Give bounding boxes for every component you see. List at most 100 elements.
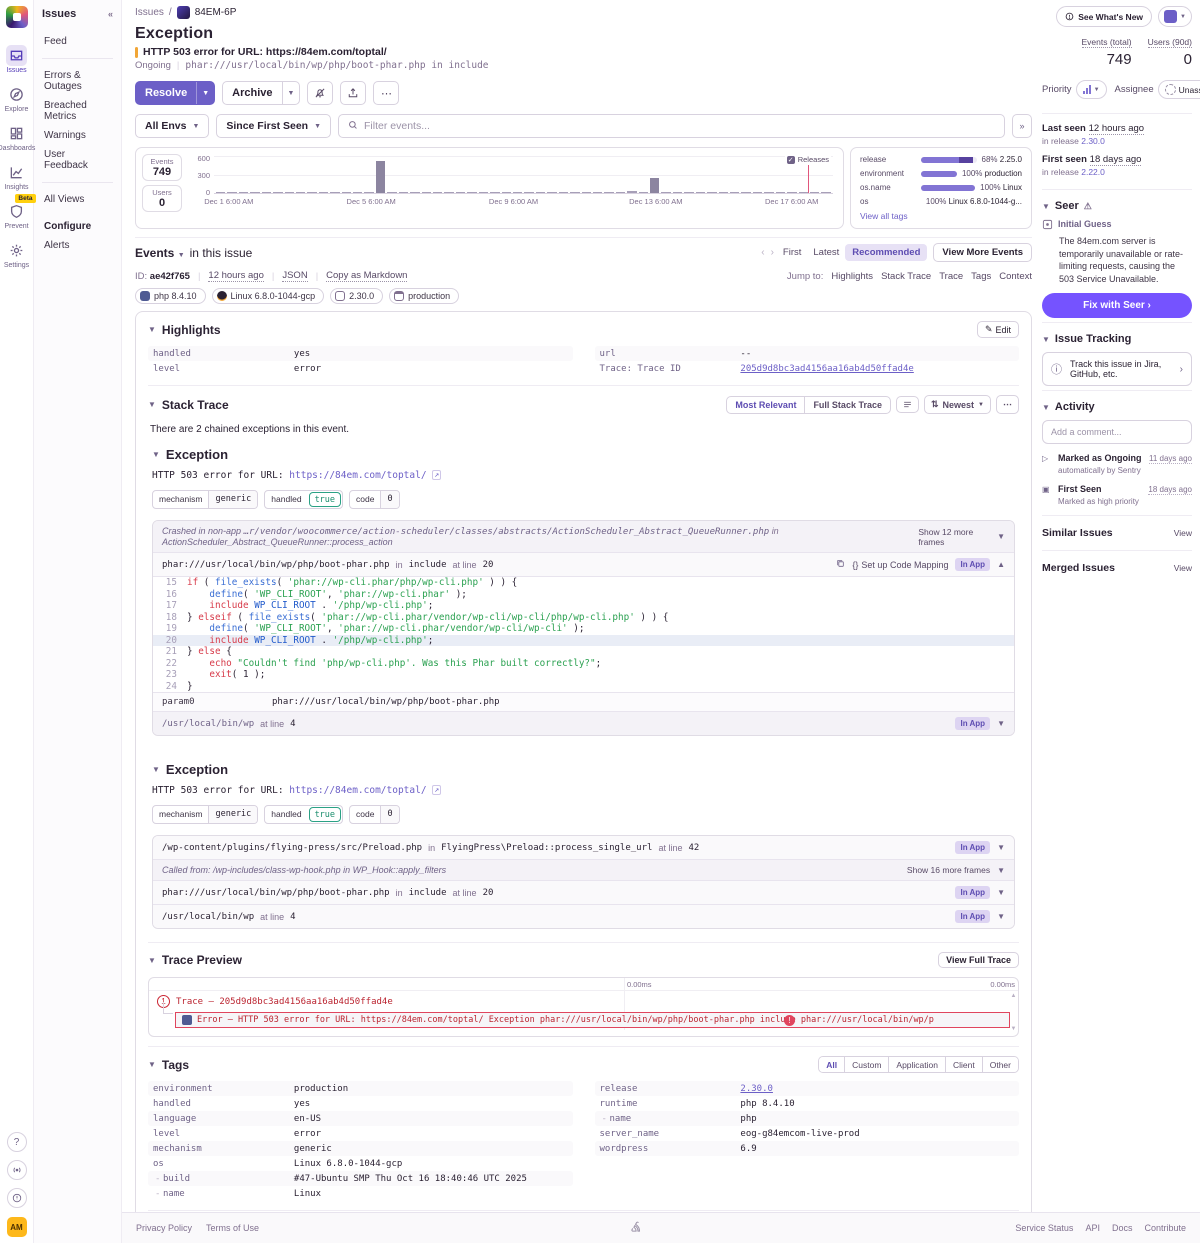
in-app-badge[interactable]: In App: [955, 886, 990, 899]
mute-button[interactable]: [307, 81, 333, 105]
environment-filter[interactable]: All Envs▼: [135, 114, 209, 138]
checkbox-checked-icon[interactable]: ✓: [787, 156, 795, 164]
collapsed-frames-row[interactable]: Called from: /wp-includes/class-wp-hook.…: [153, 859, 1014, 880]
show-more-frames-link[interactable]: Show 16 more frames: [907, 865, 990, 875]
seer-section-header[interactable]: ▼ Seer ⚠: [1042, 189, 1192, 219]
tags-filter-other[interactable]: Other: [982, 1057, 1018, 1072]
jump-highlights-link[interactable]: Highlights: [831, 271, 873, 282]
issue-tracking-header[interactable]: ▼ Issue Tracking: [1042, 322, 1192, 352]
releases-toggle[interactable]: ✓ Releases: [785, 154, 831, 165]
activity-time[interactable]: 11 days ago: [1149, 454, 1192, 464]
rail-item-insights[interactable]: Insights: [2, 159, 32, 194]
view-more-events-button[interactable]: View More Events: [933, 243, 1032, 262]
frame-row[interactable]: /usr/local/bin/wpat line4 In App▼: [153, 904, 1014, 928]
sidebar-item-warnings[interactable]: Warnings: [42, 126, 113, 145]
external-link-icon[interactable]: ↗: [432, 470, 441, 480]
collapsed-frames-row[interactable]: Crashed in non-app …r/vendor/woocommerce…: [153, 521, 1014, 552]
api-link[interactable]: API: [1085, 1223, 1100, 1233]
external-link-icon[interactable]: ↗: [432, 785, 441, 795]
in-app-badge[interactable]: In App: [955, 558, 990, 571]
release-link[interactable]: 2.30.0: [740, 1084, 773, 1094]
whats-new-button[interactable]: See What's New: [1056, 6, 1152, 27]
privacy-policy-link[interactable]: Privacy Policy: [136, 1223, 192, 1233]
archive-button[interactable]: Archive ▼: [222, 81, 300, 105]
events-count-card[interactable]: Events 749: [142, 154, 182, 181]
collapse-sidebar-button[interactable]: »: [1012, 114, 1032, 138]
sidebar-item-user-feedback[interactable]: User Feedback: [42, 145, 113, 175]
event-id[interactable]: ae42f765: [150, 271, 190, 282]
first-seen-time[interactable]: 18 days ago: [1090, 154, 1142, 166]
users-count-card[interactable]: Users 0: [142, 185, 182, 212]
os-pill[interactable]: Linux 6.8.0-1044-gcp: [212, 288, 325, 304]
sidebar-item-errors-outages[interactable]: Errors & Outages: [42, 66, 113, 96]
comment-input[interactable]: [1042, 420, 1192, 444]
view-full-trace-button[interactable]: View Full Trace: [938, 952, 1019, 968]
facet-release[interactable]: release 68% 2.25.0: [860, 155, 1022, 164]
copy-markdown-link[interactable]: Copy as Markdown: [326, 270, 407, 282]
merged-issues-view-link[interactable]: View: [1174, 563, 1192, 573]
frame-header-row[interactable]: phar:///usr/local/bin/wp/php/boot-phar.p…: [153, 552, 1014, 576]
jump-stacktrace-link[interactable]: Stack Trace: [881, 271, 931, 282]
php-version-pill[interactable]: php 8.4.10: [135, 288, 206, 304]
activity-header[interactable]: ▼ Activity: [1042, 390, 1192, 420]
events-total-label[interactable]: Events (total): [1082, 37, 1132, 48]
events-dropdown[interactable]: Events ▼: [135, 246, 185, 260]
jump-tags-link[interactable]: Tags: [971, 271, 991, 282]
frame-row[interactable]: phar:///usr/local/bin/wp/php/boot-phar.p…: [153, 880, 1014, 904]
event-timestamp[interactable]: 12 hours ago: [208, 270, 263, 282]
breadcrumb-issues-link[interactable]: Issues: [135, 7, 164, 18]
full-stack-trace-toggle[interactable]: Full Stack Trace: [804, 397, 890, 413]
sidebar-item-alerts[interactable]: Alerts: [42, 236, 113, 255]
similar-issues-row[interactable]: Similar Issues View: [1042, 515, 1192, 550]
trace-error-row[interactable]: Error — HTTP 503 error for URL: https://…: [175, 1012, 1010, 1028]
user-avatar[interactable]: AM: [7, 1217, 27, 1237]
chevron-down-icon[interactable]: ▼: [148, 956, 156, 965]
broadcasts-icon[interactable]: [7, 1160, 27, 1180]
frame-row[interactable]: /usr/local/bin/wp at line 4 In App▼: [153, 711, 1014, 735]
first-seen-release-link[interactable]: 2.22.0: [1081, 167, 1105, 177]
priority-dropdown[interactable]: ▼: [1076, 80, 1107, 99]
resolve-button[interactable]: Resolve ▼: [135, 81, 215, 105]
trace-id-link[interactable]: 205d9d8bc3ad4156aa16ab4d50ffad4e: [740, 364, 913, 374]
rail-item-issues[interactable]: Issues: [2, 42, 32, 77]
thread-selector-icon[interactable]: [896, 396, 919, 413]
latest-event-link[interactable]: Latest: [807, 245, 845, 260]
last-seen-release-link[interactable]: 2.30.0: [1081, 136, 1105, 146]
terms-link[interactable]: Terms of Use: [206, 1223, 259, 1233]
fix-with-seer-button[interactable]: Fix with Seer ›: [1042, 293, 1192, 318]
chevron-up-icon[interactable]: ▲: [997, 560, 1005, 569]
rail-item-dashboards[interactable]: Dashboards: [2, 120, 32, 155]
jump-trace-link[interactable]: Trace: [939, 271, 963, 282]
facet-environment[interactable]: environment 100% production: [860, 169, 1022, 178]
contribute-link[interactable]: Contribute: [1144, 1223, 1186, 1233]
user-menu-button[interactable]: ▼: [1158, 6, 1192, 27]
issue-tracking-card[interactable]: ⓘ Track this issue in Jira, GitHub, etc.…: [1042, 352, 1192, 386]
date-range-filter[interactable]: Since First Seen▼: [216, 114, 331, 138]
tags-filter-application[interactable]: Application: [888, 1057, 945, 1072]
chevron-down-icon[interactable]: ▼: [997, 719, 1005, 728]
trace-root-row[interactable]: 1 Trace — 205d9d8bc3ad4156aa16ab4d50ffad…: [149, 991, 1018, 1012]
resolve-dropdown-icon[interactable]: ▼: [196, 82, 214, 104]
stack-trace-options-button[interactable]: ⋯: [996, 395, 1019, 414]
setup-code-mapping-link[interactable]: {}Set up Code Mapping: [852, 560, 948, 570]
search-box[interactable]: [338, 114, 1005, 138]
environment-pill[interactable]: production: [389, 288, 459, 304]
in-app-badge[interactable]: In App: [955, 841, 990, 854]
chevron-down-icon[interactable]: ▼: [997, 532, 1005, 541]
share-button[interactable]: [340, 81, 366, 105]
tags-filter-client[interactable]: Client: [945, 1057, 982, 1072]
event-bar-chart[interactable]: 600 300 0 Dec 1 6:00 AM Dec 5 6:00 AM: [190, 154, 837, 206]
json-link[interactable]: JSON: [282, 270, 307, 282]
first-event-link[interactable]: First: [777, 245, 807, 260]
exception-url-link[interactable]: https://84em.com/toptal/: [289, 470, 426, 481]
archive-dropdown-icon[interactable]: ▼: [282, 82, 300, 104]
in-app-badge[interactable]: In App: [955, 910, 990, 923]
more-actions-button[interactable]: ⋯: [373, 81, 399, 105]
docs-link[interactable]: Docs: [1112, 1223, 1133, 1233]
in-app-badge[interactable]: In App: [955, 717, 990, 730]
org-logo[interactable]: [6, 6, 28, 28]
search-input[interactable]: [364, 120, 995, 132]
users-90d-label[interactable]: Users (90d): [1148, 37, 1192, 48]
chevron-down-icon[interactable]: ▼: [997, 866, 1005, 875]
next-event-icon[interactable]: ›: [768, 247, 777, 258]
